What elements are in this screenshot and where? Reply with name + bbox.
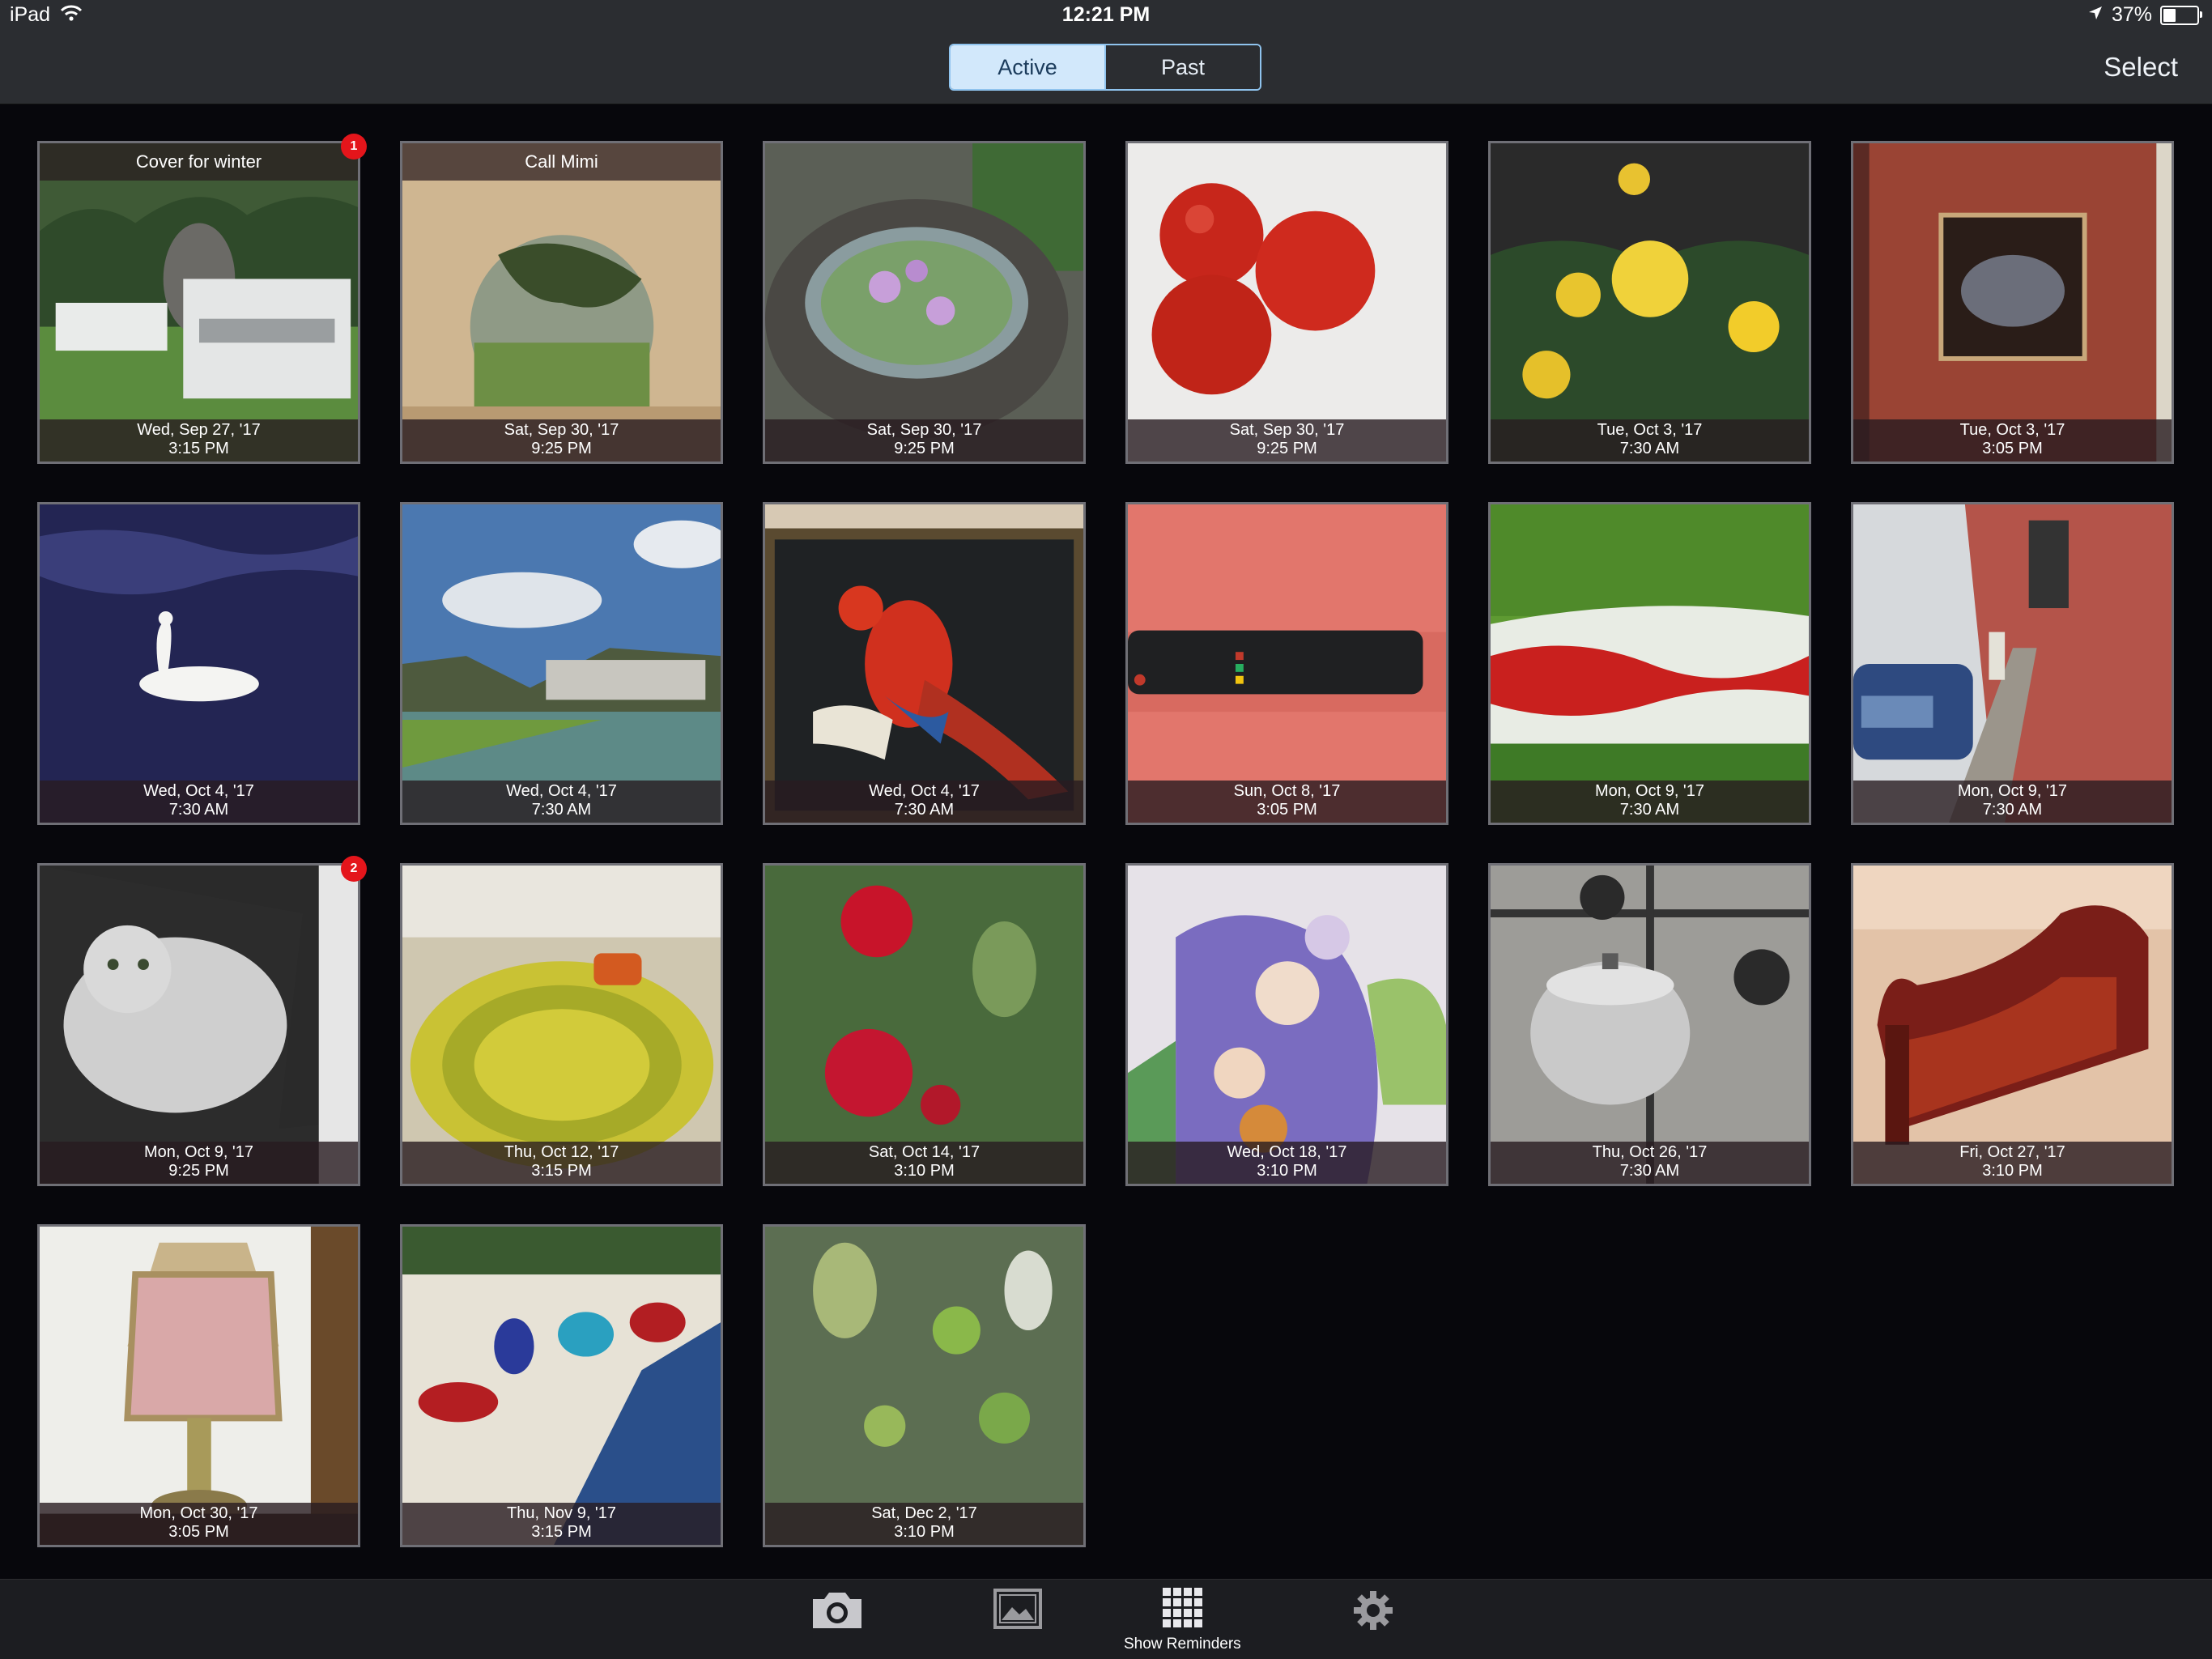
camera-icon <box>808 1593 866 1636</box>
active-past-segmented-control: Active Past <box>949 44 1261 91</box>
photo-thumbnail <box>1128 143 1446 462</box>
reminder-tile[interactable]: Fri, Oct 27, '17 3:10 PM <box>1851 863 2174 1186</box>
location-arrow-icon <box>2087 3 2104 27</box>
photo-thumbnail <box>40 504 358 823</box>
reminder-timestamp: Sat, Sep 30, '17 9:25 PM <box>1128 419 1446 462</box>
reminder-timestamp: Sat, Sep 30, '17 9:25 PM <box>765 419 1083 462</box>
reminder-timestamp: Thu, Nov 9, '17 3:15 PM <box>402 1503 721 1545</box>
reminder-timestamp: Mon, Oct 9, '17 7:30 AM <box>1853 781 2172 823</box>
reminder-tile[interactable]: Wed, Oct 4, '17 7:30 AM <box>37 502 360 825</box>
photo-thumbnail <box>1491 866 1809 1184</box>
tab-settings[interactable] <box>1352 1589 1394 1636</box>
reminder-timestamp: Thu, Oct 12, '17 3:15 PM <box>402 1142 721 1184</box>
photo-thumbnail <box>765 504 1083 823</box>
photo-thumbnail <box>1491 143 1809 462</box>
reminder-tile[interactable]: Sun, Oct 8, '17 3:05 PM <box>1125 502 1448 825</box>
photo-thumbnail <box>765 1227 1083 1545</box>
grid-icon <box>1161 1588 1203 1631</box>
tab-show-reminders[interactable]: Show Reminders <box>1124 1586 1241 1653</box>
reminder-timestamp: Tue, Oct 3, '17 7:30 AM <box>1491 419 1809 462</box>
notification-badge: 2 <box>341 856 367 882</box>
photo-thumbnail <box>402 866 721 1184</box>
segment-active[interactable]: Active <box>951 45 1104 89</box>
photo-thumbnail <box>40 143 358 462</box>
reminder-timestamp: Mon, Oct 9, '17 9:25 PM <box>40 1142 358 1184</box>
photo-thumbnail <box>40 866 358 1184</box>
reminder-timestamp: Wed, Oct 4, '17 7:30 AM <box>765 781 1083 823</box>
notification-badge: 1 <box>341 134 367 160</box>
photo-thumbnail <box>402 143 721 462</box>
reminder-timestamp: Mon, Oct 9, '17 7:30 AM <box>1491 781 1809 823</box>
reminder-tile[interactable]: Sat, Dec 2, '17 3:10 PM <box>763 1224 1086 1547</box>
reminder-tile[interactable]: Thu, Oct 12, '17 3:15 PM <box>400 863 723 1186</box>
reminder-timestamp: Tue, Oct 3, '17 3:05 PM <box>1853 419 2172 462</box>
battery-icon <box>2160 5 2202 25</box>
reminder-tile[interactable]: Wed, Oct 4, '17 7:30 AM <box>400 502 723 825</box>
segment-past[interactable]: Past <box>1104 45 1260 89</box>
gear-icon <box>1352 1591 1394 1635</box>
navigation-bar: Active Past Select <box>0 34 2212 104</box>
photo-thumbnail <box>1128 866 1446 1184</box>
photo-thumbnail <box>402 504 721 823</box>
reminder-tile[interactable]: Tue, Oct 3, '17 3:05 PM <box>1851 141 2174 464</box>
battery-percent: 37% <box>2111 3 2152 26</box>
reminder-tile[interactable]: Call Mimi Sat, Sep 30, '17 9:25 PM <box>400 141 723 464</box>
reminder-tile[interactable]: Mon, Oct 9, '17 9:25 PM <box>37 863 360 1186</box>
reminder-tile[interactable]: Cover for winter Wed, Sep 27, '17 3:15 PM <box>37 141 360 464</box>
reminder-tile[interactable]: Sat, Sep 30, '17 9:25 PM <box>1125 141 1448 464</box>
reminder-tile[interactable]: Wed, Oct 4, '17 7:30 AM <box>763 502 1086 825</box>
reminder-tile[interactable]: Sat, Sep 30, '17 9:25 PM <box>763 141 1086 464</box>
reminder-tile[interactable]: Sat, Oct 14, '17 3:10 PM <box>763 863 1086 1186</box>
photo-thumbnail <box>1853 504 2172 823</box>
reminder-timestamp: Mon, Oct 30, '17 3:05 PM <box>40 1503 358 1545</box>
reminder-tile[interactable]: Thu, Nov 9, '17 3:15 PM <box>400 1224 723 1547</box>
reminder-tile[interactable]: Thu, Oct 26, '17 7:30 AM <box>1488 863 1811 1186</box>
photo-thumbnail <box>1853 143 2172 462</box>
status-bar: iPad 12:21 PM 37% <box>0 0 2212 34</box>
status-time: 12:21 PM <box>1061 3 1151 26</box>
reminder-tile[interactable]: Wed, Oct 18, '17 3:10 PM <box>1125 863 1448 1186</box>
tab-bar: Show Reminders <box>0 1579 2212 1659</box>
photo-thumbnail <box>765 143 1083 462</box>
reminder-timestamp: Sat, Sep 30, '17 9:25 PM <box>402 419 721 462</box>
reminder-timestamp: Sun, Oct 8, '17 3:05 PM <box>1128 781 1446 823</box>
photo-thumbnail <box>40 1227 358 1545</box>
photo-library-icon <box>993 1589 1043 1633</box>
photo-thumbnail <box>402 1227 721 1545</box>
reminder-tile[interactable]: Mon, Oct 30, '17 3:05 PM <box>37 1224 360 1547</box>
reminder-grid: Cover for winter Wed, Sep 27, '17 3:15 PM… <box>37 141 2174 1547</box>
reminder-tile[interactable]: Tue, Oct 3, '17 7:30 AM <box>1488 141 1811 464</box>
reminder-timestamp: Sat, Dec 2, '17 3:10 PM <box>765 1503 1083 1545</box>
reminder-timestamp: Wed, Sep 27, '17 3:15 PM <box>40 419 358 462</box>
reminder-tile[interactable]: Mon, Oct 9, '17 7:30 AM <box>1488 502 1811 825</box>
reminder-tile[interactable]: Mon, Oct 9, '17 7:30 AM <box>1851 502 2174 825</box>
reminder-timestamp: Sat, Oct 14, '17 3:10 PM <box>765 1142 1083 1184</box>
reminder-timestamp: Wed, Oct 18, '17 3:10 PM <box>1128 1142 1446 1184</box>
tab-camera[interactable] <box>808 1588 866 1637</box>
reminder-timestamp: Wed, Oct 4, '17 7:30 AM <box>40 781 358 823</box>
tab-photo-library[interactable] <box>993 1588 1043 1634</box>
reminder-title: Cover for winter <box>40 143 358 181</box>
photo-thumbnail <box>765 866 1083 1184</box>
reminder-timestamp: Fri, Oct 27, '17 3:10 PM <box>1853 1142 2172 1184</box>
tab-label: Show Reminders <box>1124 1636 1241 1653</box>
photo-thumbnail <box>1128 504 1446 823</box>
reminder-timestamp: Wed, Oct 4, '17 7:30 AM <box>402 781 721 823</box>
select-button[interactable]: Select <box>2104 52 2178 83</box>
reminder-title: Call Mimi <box>402 143 721 181</box>
reminder-timestamp: Thu, Oct 26, '17 7:30 AM <box>1491 1142 1809 1184</box>
photo-thumbnail <box>1853 866 2172 1184</box>
photo-thumbnail <box>1491 504 1809 823</box>
